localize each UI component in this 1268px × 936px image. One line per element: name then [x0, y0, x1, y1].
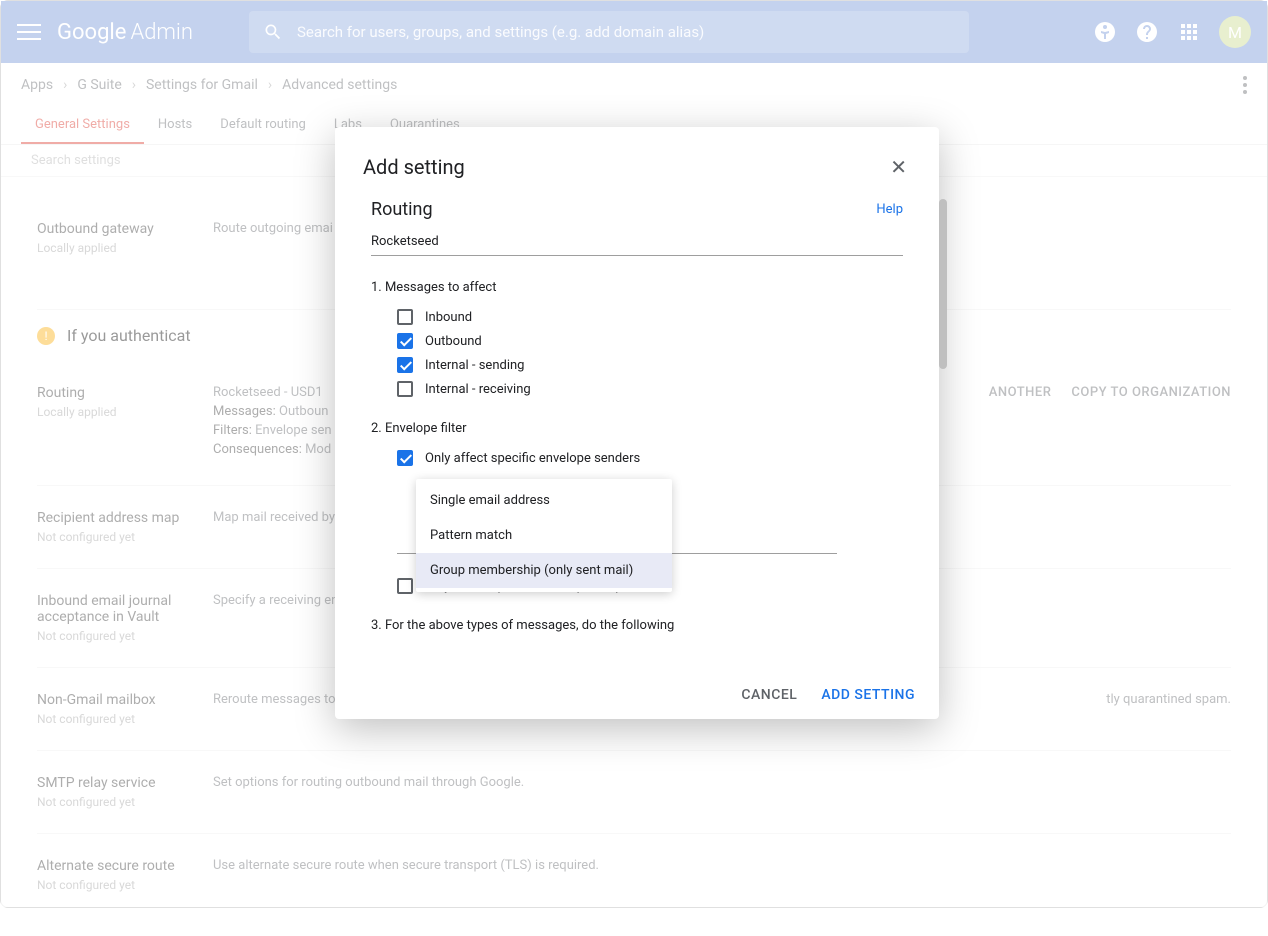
dropdown-option-single-email[interactable]: Single email address	[416, 483, 672, 518]
checkbox-label: Internal - receiving	[425, 382, 531, 397]
checkbox-label: Outbound	[425, 334, 482, 349]
checkbox-internal-sending[interactable]	[397, 357, 413, 373]
dropdown-option-group-membership[interactable]: Group membership (only sent mail)	[416, 553, 672, 588]
envelope-sender-dropdown: Single email address Pattern match Group…	[416, 479, 672, 592]
cancel-button[interactable]: CANCEL	[741, 687, 797, 703]
checkbox-envelope-recipients[interactable]	[397, 578, 413, 594]
add-setting-button[interactable]: ADD SETTING	[821, 687, 915, 703]
add-setting-dialog: Add setting ✕ Routing Help 1. Messages t…	[335, 127, 939, 719]
checkbox-envelope-senders[interactable]	[397, 450, 413, 466]
dialog-title: Add setting	[363, 155, 465, 179]
step-3-label: 3. For the above types of messages, do t…	[371, 618, 903, 633]
scrollbar[interactable]	[939, 199, 947, 369]
close-icon[interactable]: ✕	[886, 151, 911, 183]
step-1-label: 1. Messages to affect	[371, 280, 903, 295]
checkbox-internal-receiving[interactable]	[397, 381, 413, 397]
step-2-label: 2. Envelope filter	[371, 421, 903, 436]
dropdown-option-pattern-match[interactable]: Pattern match	[416, 518, 672, 553]
section-title: Routing	[371, 199, 433, 220]
checkbox-label: Internal - sending	[425, 358, 524, 373]
routing-name-input[interactable]	[371, 228, 903, 256]
help-link[interactable]: Help	[876, 202, 903, 217]
checkbox-outbound[interactable]	[397, 333, 413, 349]
checkbox-label: Inbound	[425, 310, 472, 325]
checkbox-label: Only affect specific envelope senders	[425, 451, 640, 466]
checkbox-inbound[interactable]	[397, 309, 413, 325]
